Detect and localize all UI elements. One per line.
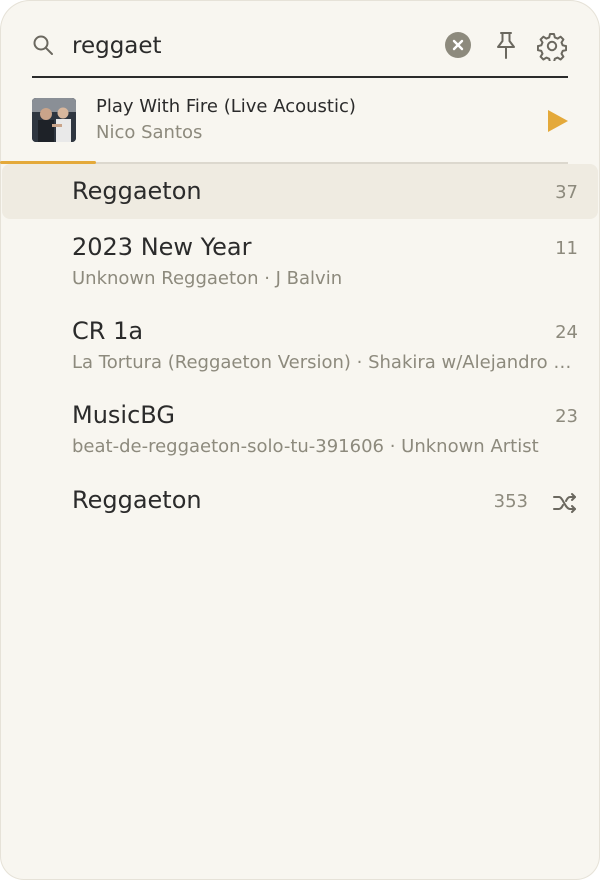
result-subtitle: La Tortura (Reggaeton Version) · Shakira…	[72, 352, 580, 373]
result-title: 2023 New Year	[72, 233, 252, 261]
gear-icon[interactable]	[537, 31, 567, 61]
result-title: Reggaeton	[72, 486, 202, 514]
result-count: 11	[555, 238, 578, 259]
result-count: 23	[555, 406, 578, 427]
play-icon[interactable]	[546, 108, 570, 134]
now-playing-title: Play With Fire (Live Acoustic)	[96, 96, 356, 117]
list-item[interactable]: Reggaeton 353	[2, 482, 598, 526]
now-playing-artist: Nico Santos	[96, 122, 203, 143]
result-count: 37	[555, 182, 578, 203]
result-title: CR 1a	[72, 317, 144, 345]
result-title: MusicBG	[72, 401, 175, 429]
result-title: Reggaeton	[72, 177, 202, 205]
search-panel: Play With Fire (Live Acoustic) Nico Sant…	[0, 0, 600, 880]
search-bar	[32, 20, 568, 78]
album-art	[32, 98, 76, 142]
result-count: 24	[555, 322, 578, 343]
result-subtitle: Unknown Reggaeton · J Balvin	[72, 268, 343, 289]
shuffle-icon[interactable]	[552, 492, 578, 514]
list-item[interactable]: Reggaeton 37	[2, 164, 598, 219]
list-item[interactable]: CR 1a La Tortura (Reggaeton Version) · S…	[2, 312, 598, 382]
clear-search-button[interactable]	[445, 32, 471, 58]
album-art-image	[32, 98, 76, 142]
result-count: 353	[493, 491, 528, 512]
now-playing-bar[interactable]: Play With Fire (Live Acoustic) Nico Sant…	[0, 86, 600, 164]
search-input[interactable]	[72, 28, 432, 64]
result-subtitle: beat-de-reggaeton-solo-tu-391606 · Unkno…	[72, 436, 539, 457]
search-icon	[33, 35, 53, 55]
clear-circle-icon	[452, 39, 464, 51]
list-item[interactable]: MusicBG beat-de-reggaeton-solo-tu-391606…	[2, 396, 598, 466]
pin-icon[interactable]	[493, 30, 519, 60]
list-item[interactable]: 2023 New Year Unknown Reggaeton · J Balv…	[2, 228, 598, 298]
